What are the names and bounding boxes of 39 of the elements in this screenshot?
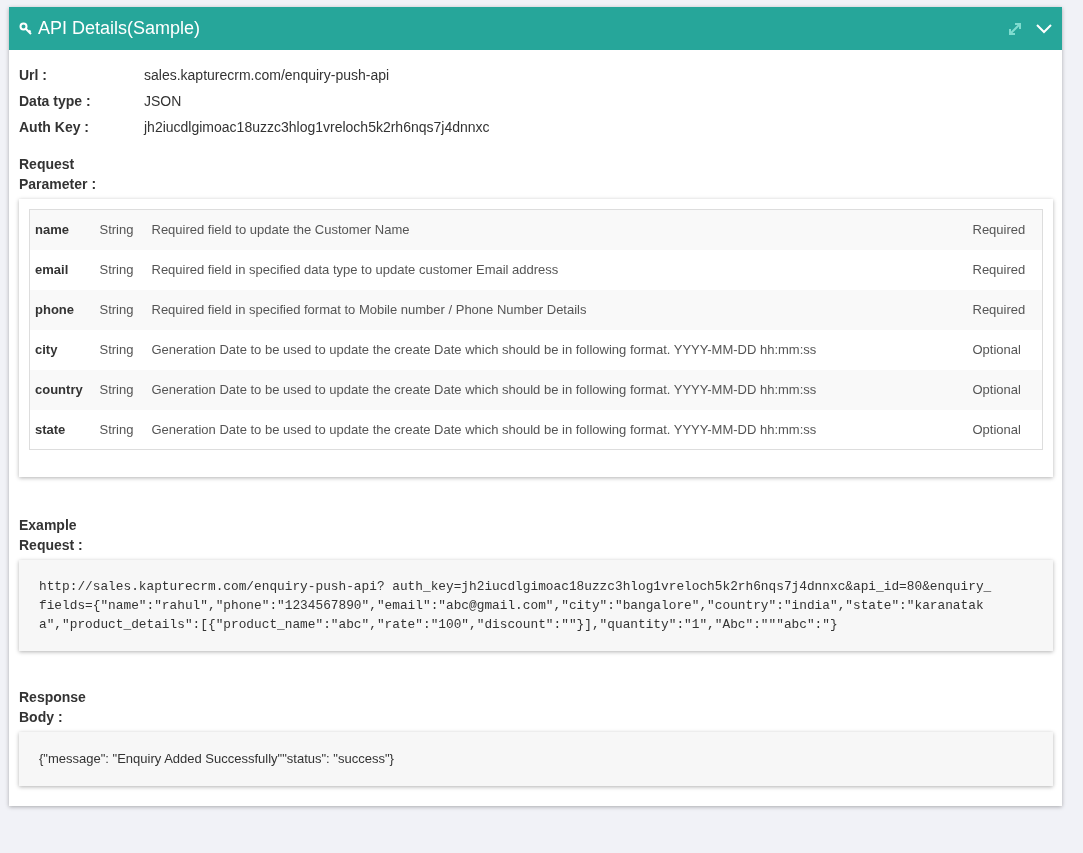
param-requirement: Optional: [972, 409, 1043, 450]
param-description: Required field in specified format to Mobile number / Phone Number Details: [151, 289, 973, 330]
collapse-chevron-icon[interactable]: [1036, 23, 1052, 34]
section-heading: Request Parameter :: [19, 155, 98, 194]
section-heading: Response Body :: [19, 688, 87, 727]
section-heading: Example Request :: [19, 516, 84, 555]
param-name: country: [29, 369, 100, 410]
field-value: JSON: [144, 91, 182, 111]
field-value: sales.kapturecrm.com/enquiry-push-api: [144, 65, 390, 85]
param-requirement: Required: [972, 209, 1043, 250]
param-description: Required field in specified data type to update customer Email address: [151, 249, 973, 290]
field-value: jh2iucdlgimoac18uzzc3hlog1vreloch5k2rh6nqs7j4dnnxc: [144, 117, 490, 137]
param-name: phone: [29, 289, 100, 330]
field-label: Data type :: [19, 91, 92, 111]
panel-title: API Details(Sample): [38, 17, 201, 40]
param-requirement: Required: [972, 289, 1043, 330]
response-text: {"message": "Enquiry Added Successfully""status": "success"}: [39, 751, 394, 766]
param-type: String: [99, 209, 152, 250]
param-description: Required field to update the Customer Name: [151, 209, 973, 250]
param-name: name: [29, 209, 100, 250]
field-label: Auth Key :: [19, 117, 90, 137]
param-requirement: Optional: [972, 329, 1043, 370]
param-requirement: Optional: [972, 369, 1043, 410]
expand-icon[interactable]: [1009, 22, 1021, 35]
param-type: String: [99, 289, 152, 330]
key-icon: [19, 21, 33, 36]
param-description: Generation Date to be used to update the create Date which should be in following format. YYYY-MM-DD hh:mm:ss: [151, 409, 973, 450]
param-type: String: [99, 369, 152, 410]
param-name: city: [29, 329, 100, 370]
param-description: Generation Date to be used to update the create Date which should be in following format. YYYY-MM-DD hh:mm:ss: [151, 329, 973, 370]
param-type: String: [99, 249, 152, 290]
param-type: String: [99, 329, 152, 370]
param-requirement: Required: [972, 249, 1043, 290]
request-code: http://sales.kapturecrm.com/enquiry-push-api? auth_key=jh2iucdlgimoac18uzzc3hlog1vreloch5k2rh6nqs7j4dnnxc&api_id=80&enquiry_fields={"name":"rahul","phone":"1234567890","email":"abc@gmail.com","city":"bangalore","country":"india","state":"karanataka","product_details":[{"product_name":"abc","rate":"100","discount":""}],"quantity":"1","Abc":"""abc":"}: [39, 578, 993, 634]
field-label: Url :: [19, 65, 48, 85]
param-description: Generation Date to be used to update the create Date which should be in following format. YYYY-MM-DD hh:mm:ss: [151, 369, 973, 410]
param-name: email: [29, 249, 100, 290]
param-name: state: [29, 409, 100, 450]
param-type: String: [99, 409, 152, 450]
